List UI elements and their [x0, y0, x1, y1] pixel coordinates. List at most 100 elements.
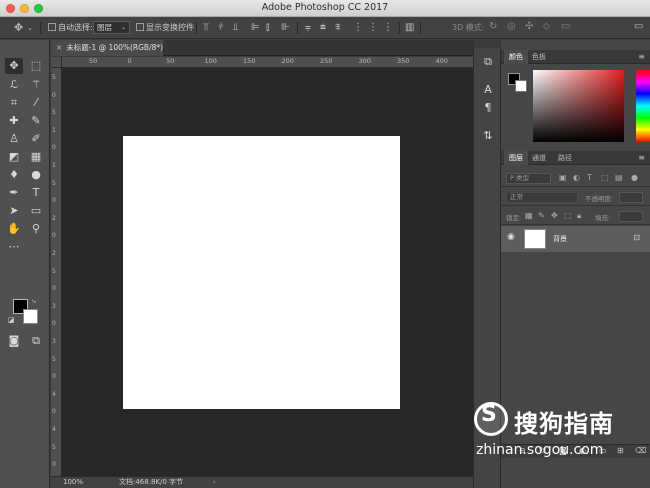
workspace-switcher-icon[interactable]: ▭ — [634, 21, 643, 33]
tab-swatches[interactable]: 色板 — [527, 50, 551, 64]
lasso-tool-icon[interactable]: ℒ — [5, 77, 23, 93]
ruler-tick-label: 5 — [52, 74, 56, 81]
tab-color[interactable]: 颜色 — [504, 50, 528, 64]
filter-shape-icon[interactable]: ⬚ — [601, 173, 609, 182]
mode-3d-label: 3D 模式: — [452, 23, 485, 32]
magic-wand-tool-icon[interactable]: ⚚ — [27, 77, 45, 93]
quick-mask-icon[interactable]: ◙ — [5, 333, 23, 349]
filter-pixel-icon[interactable]: ▣ — [559, 173, 567, 182]
dodge-tool-icon[interactable]: ● — [27, 167, 45, 183]
3d-rotate-icon[interactable]: ↻ — [489, 21, 497, 33]
edit-toolbar-icon[interactable]: ⋯ — [5, 239, 23, 255]
eyedropper-tool-icon[interactable]: ⁄ — [27, 95, 45, 111]
filter-smart-object-icon[interactable]: ▤ — [615, 173, 623, 182]
align-right-icon[interactable]: ⊪ — [281, 22, 290, 34]
horizontal-ruler[interactable]: 50050100150200250300350400450 — [62, 57, 473, 68]
move-tool-icon[interactable]: ✥ — [5, 58, 23, 74]
blend-mode-dropdown[interactable]: 正常 — [506, 192, 578, 203]
lock-transparent-icon[interactable]: ▦ — [525, 211, 533, 220]
libraries-icon[interactable]: ⧉ — [479, 54, 497, 70]
default-colors-icon[interactable]: ◪ — [6, 312, 16, 328]
marquee-tool-icon[interactable]: ⬚ — [27, 58, 45, 74]
paragraph-panel-icon[interactable]: ¶ — [479, 100, 497, 116]
tab-channels[interactable]: 通道 — [527, 151, 551, 165]
rectangle-tool-icon[interactable]: ▭ — [27, 203, 45, 219]
ruler-tick-label: 5 — [52, 267, 56, 275]
layer-row-background[interactable]: ◉ 背景 ⊡ — [501, 226, 650, 252]
zoom-tool-icon[interactable]: ⚲ — [27, 221, 45, 237]
auto-select-dropdown[interactable]: 图层 ⌄ — [93, 21, 130, 34]
3d-pan-icon[interactable]: ✣ — [525, 21, 533, 33]
ruler-origin[interactable] — [51, 57, 62, 68]
lock-image-icon[interactable]: ✎ — [538, 211, 545, 220]
chevron-down-icon[interactable]: ⌄ — [27, 22, 33, 34]
fill-field[interactable] — [619, 211, 643, 222]
canvas-pasteboard[interactable] — [62, 68, 473, 476]
3d-roll-icon[interactable]: ◎ — [507, 21, 516, 33]
clone-stamp-tool-icon[interactable]: ♙ — [5, 131, 23, 147]
document-tab[interactable]: × 未标题-1 @ 100%(RGB/8*) — [51, 40, 163, 56]
color-panel-background[interactable] — [515, 80, 527, 92]
healing-brush-tool-icon[interactable]: ✚ — [5, 113, 23, 129]
hue-slider[interactable] — [636, 70, 650, 142]
screen-mode-icon[interactable]: ⧉ — [27, 333, 45, 349]
distribute-top-icon[interactable]: ⩦ — [305, 22, 311, 34]
3d-scale-icon[interactable]: ▭ — [561, 21, 570, 33]
distribute-vcenter-icon[interactable]: ⩧ — [320, 22, 326, 34]
blur-tool-icon[interactable]: ♦ — [5, 167, 23, 183]
vertical-ruler[interactable]: 50510150202503035040450 — [51, 68, 62, 476]
properties-panel-icon[interactable]: ⇅ — [479, 128, 497, 144]
opacity-field[interactable] — [619, 192, 643, 203]
character-panel-icon[interactable]: A — [479, 82, 497, 98]
auto-select-checkbox[interactable]: 自动选择: — [48, 21, 93, 34]
lock-all-icon[interactable]: 🔒︎ — [577, 211, 581, 221]
align-hcenter-icon[interactable]: ⫾ — [266, 22, 269, 34]
swap-colors-icon[interactable]: ⤷ — [29, 293, 39, 309]
filter-adjustment-icon[interactable]: ◐ — [573, 173, 580, 182]
layer-name[interactable]: 背景 — [553, 234, 567, 244]
type-tool-icon[interactable]: T — [27, 185, 45, 201]
filter-toggle-icon[interactable]: ● — [631, 173, 638, 182]
close-tab-icon[interactable]: × — [56, 43, 62, 52]
tab-layers[interactable]: 图层 — [504, 151, 528, 165]
ruler-tick-label: 1 — [52, 162, 56, 169]
path-selection-tool-icon[interactable]: ➤ — [5, 203, 23, 219]
distribute-hcenter-icon[interactable]: ⋮ — [368, 22, 378, 34]
color-panel-menu-icon[interactable]: ≡ — [638, 52, 645, 61]
align-bottom-icon[interactable]: ⫫ — [233, 22, 239, 34]
ruler-tick-label: 150 — [243, 57, 256, 65]
gradient-tool-icon[interactable]: ▦ — [27, 149, 45, 165]
color-picker-field[interactable] — [533, 70, 624, 142]
status-menu-arrow-icon[interactable]: › — [213, 477, 216, 488]
history-brush-tool-icon[interactable]: ✐ — [27, 131, 45, 147]
title-bar: Adobe Photoshop CC 2017 — [0, 0, 650, 17]
lock-artboard-icon[interactable]: ⬚ — [564, 211, 572, 220]
tab-paths[interactable]: 路径 — [553, 151, 577, 165]
align-vcenter-icon[interactable]: ⫩ — [218, 22, 224, 34]
crop-tool-icon[interactable]: ⌗ — [5, 95, 23, 111]
ruler-tick-label: 100 — [204, 57, 217, 65]
distribute-bottom-icon[interactable]: ⩨ — [335, 22, 341, 34]
align-top-icon[interactable]: ⫪ — [203, 22, 209, 34]
lock-position-icon[interactable]: ✥ — [551, 211, 558, 220]
pen-tool-icon[interactable]: ✒ — [5, 185, 23, 201]
brush-tool-icon[interactable]: ✎ — [27, 113, 45, 129]
show-transform-checkbox[interactable]: 显示变换控件 — [136, 21, 194, 34]
auto-align-icon[interactable]: ▥ — [405, 22, 414, 34]
distribute-right-icon[interactable]: ⋮ — [383, 22, 393, 34]
hand-tool-icon[interactable]: ✋ — [5, 221, 23, 237]
distribute-left-icon[interactable]: ⋮ — [353, 22, 363, 34]
layer-thumbnail — [524, 229, 546, 249]
panel-grip[interactable] — [474, 40, 502, 48]
3d-slide-icon[interactable]: ⬦ — [543, 21, 550, 33]
zoom-level[interactable]: 100% — [63, 477, 83, 488]
layers-panel-menu-icon[interactable]: ≡ — [638, 153, 645, 162]
visibility-eye-icon[interactable]: ◉ — [507, 232, 515, 242]
eraser-tool-icon[interactable]: ◩ — [5, 149, 23, 165]
filter-type-icon[interactable]: T — [587, 173, 592, 182]
align-left-icon[interactable]: ⊫ — [251, 22, 260, 34]
background-color-swatch[interactable] — [23, 309, 38, 324]
move-tool-icon[interactable]: ✥ — [14, 22, 23, 34]
document-canvas[interactable] — [123, 136, 400, 409]
layer-filter-dropdown[interactable]: P 类型 — [506, 173, 551, 184]
